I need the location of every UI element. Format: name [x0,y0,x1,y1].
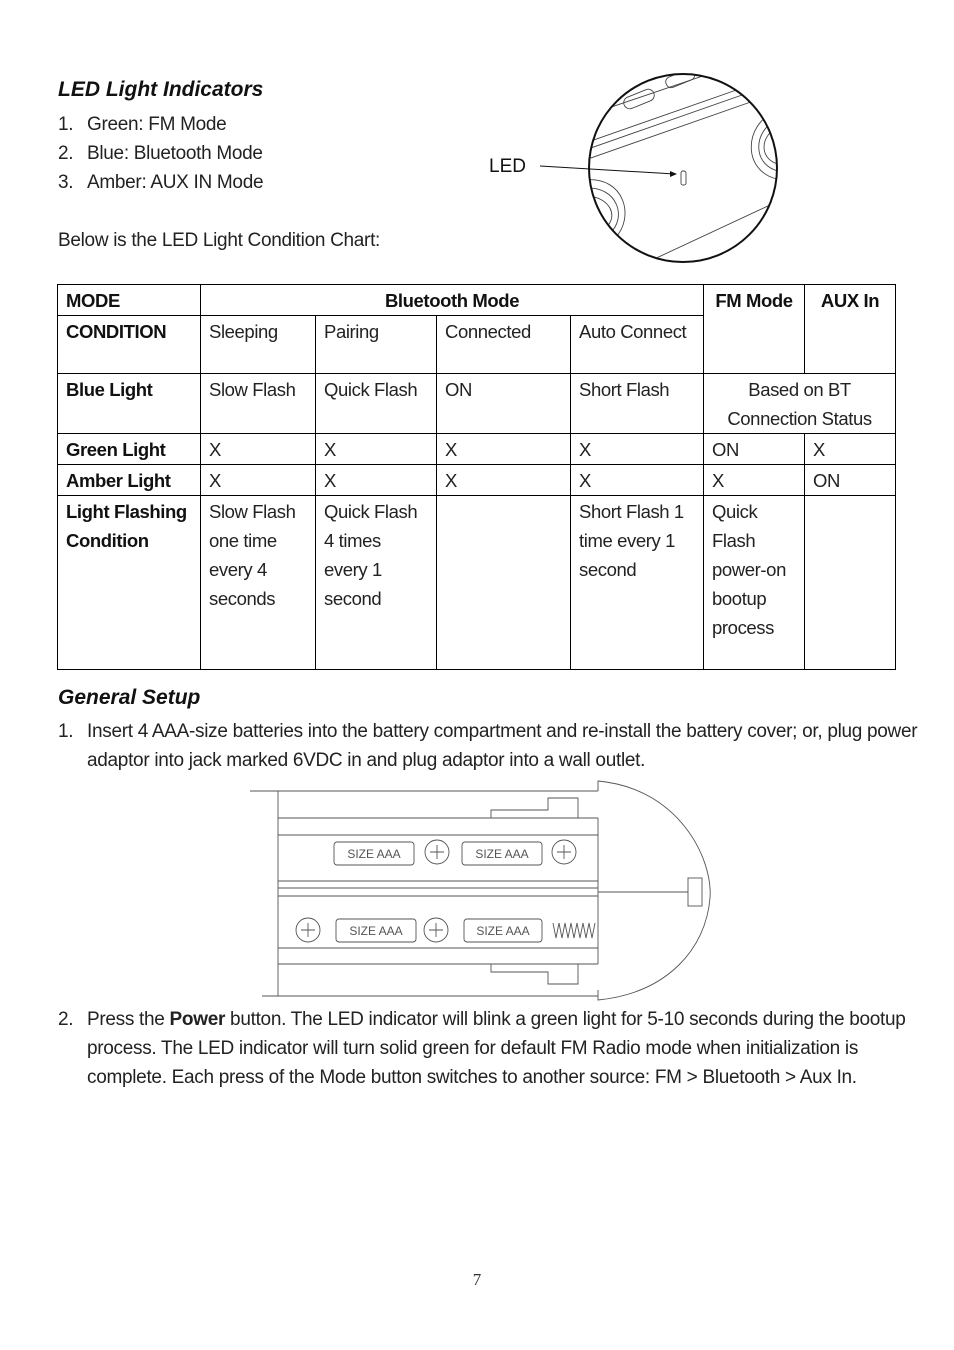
led-indicator-list: 1. Green: FM Mode 2. Blue: Bluetooth Mode … [58,110,264,197]
condition-cell: Sleeping [200,315,316,374]
setup-steps-list: 1. Insert 4 AAA-size batteries into the b… [58,717,918,775]
table-cell: ON [804,464,897,496]
table-cell: X [703,464,806,496]
setup-steps-list-continued: 2. Press the Power button. The LED indica… [58,1005,918,1092]
row-label: Green Light [57,433,201,465]
table-cell: X [436,433,571,465]
condition-cell: Pairing [315,315,437,374]
list-item: 3. Amber: AUX IN Mode [58,172,264,193]
table-cell: X [804,433,897,465]
table-cell: X [315,433,437,465]
table-cell: X [569,464,705,496]
section-title-led-indicators: LED Light Indicators [58,78,264,101]
table-cell: Short Flash [569,373,705,434]
list-item: 1. Insert 4 AAA-size batteries into the b… [58,721,918,771]
table-row: Light Flashing Condition Slow Flash one … [57,495,897,670]
page-number: 7 [472,1270,482,1289]
table-cell: X [200,433,316,465]
table-cell: Short Flash 1 time every 1 second [569,495,705,670]
condition-header: CONDITION [57,315,201,374]
row-label: Blue Light [57,373,201,434]
led-figure-label: LED [489,156,526,177]
table-cell: X [436,464,571,496]
table-row: Amber Light X X X X X ON [57,464,897,496]
mode-header: MODE [57,284,201,316]
table-cell: X [200,464,316,496]
table-cell: X [315,464,437,496]
bluetooth-mode-header: Bluetooth Mode [199,284,705,316]
battery-label: SIZE AAA [476,924,529,938]
aux-in-header: AUX In [804,284,897,374]
condition-cell: Auto Connect [569,315,705,374]
battery-compartment-figure: SIZE AAA SIZE AAA SIZE AAA SIZE AAA [250,780,711,1001]
table-cell: Slow Flash [200,373,316,434]
table-cell: Slow Flash one time every 4 seconds [200,495,316,670]
table-cell [804,495,897,670]
table-cell: Quick Flash [315,373,437,434]
table-row: Green Light X X X X ON X [57,433,897,465]
table-cell-merged: Based on BT Connection Status [703,373,897,434]
table-cell: ON [703,433,806,465]
battery-label: SIZE AAA [349,924,402,938]
section-title-general-setup: General Setup [58,686,201,709]
table-cell [436,495,571,670]
fm-mode-header: FM Mode [703,284,806,374]
chart-intro-text: Below is the LED Light Condition Chart: [58,230,381,251]
list-item: 1. Green: FM Mode [58,114,227,135]
list-item: 2. Press the Power button. The LED indica… [58,1009,906,1088]
row-label: Amber Light [57,464,201,496]
table-row: Blue Light Slow Flash Quick Flash ON Sho… [57,373,897,434]
list-item: 2. Blue: Bluetooth Mode [58,143,263,164]
battery-label: SIZE AAA [475,847,528,861]
led-location-figure: LED [489,73,778,263]
table-cell: X [569,433,705,465]
table-cell: Quick Flash 4 times every 1 second [315,495,437,670]
led-condition-table: MODE Bluetooth Mode FM Mode AUX In CONDI… [57,284,897,670]
table-cell: Quick Flash power-on bootup process [703,495,806,670]
table-row-mode: MODE Bluetooth Mode FM Mode AUX In [57,284,897,374]
row-label: Light Flashing Condition [57,495,201,670]
battery-label: SIZE AAA [347,847,400,861]
power-button-reference: Power [169,1009,226,1030]
condition-cell: Connected [436,315,571,374]
table-cell: ON [436,373,571,434]
